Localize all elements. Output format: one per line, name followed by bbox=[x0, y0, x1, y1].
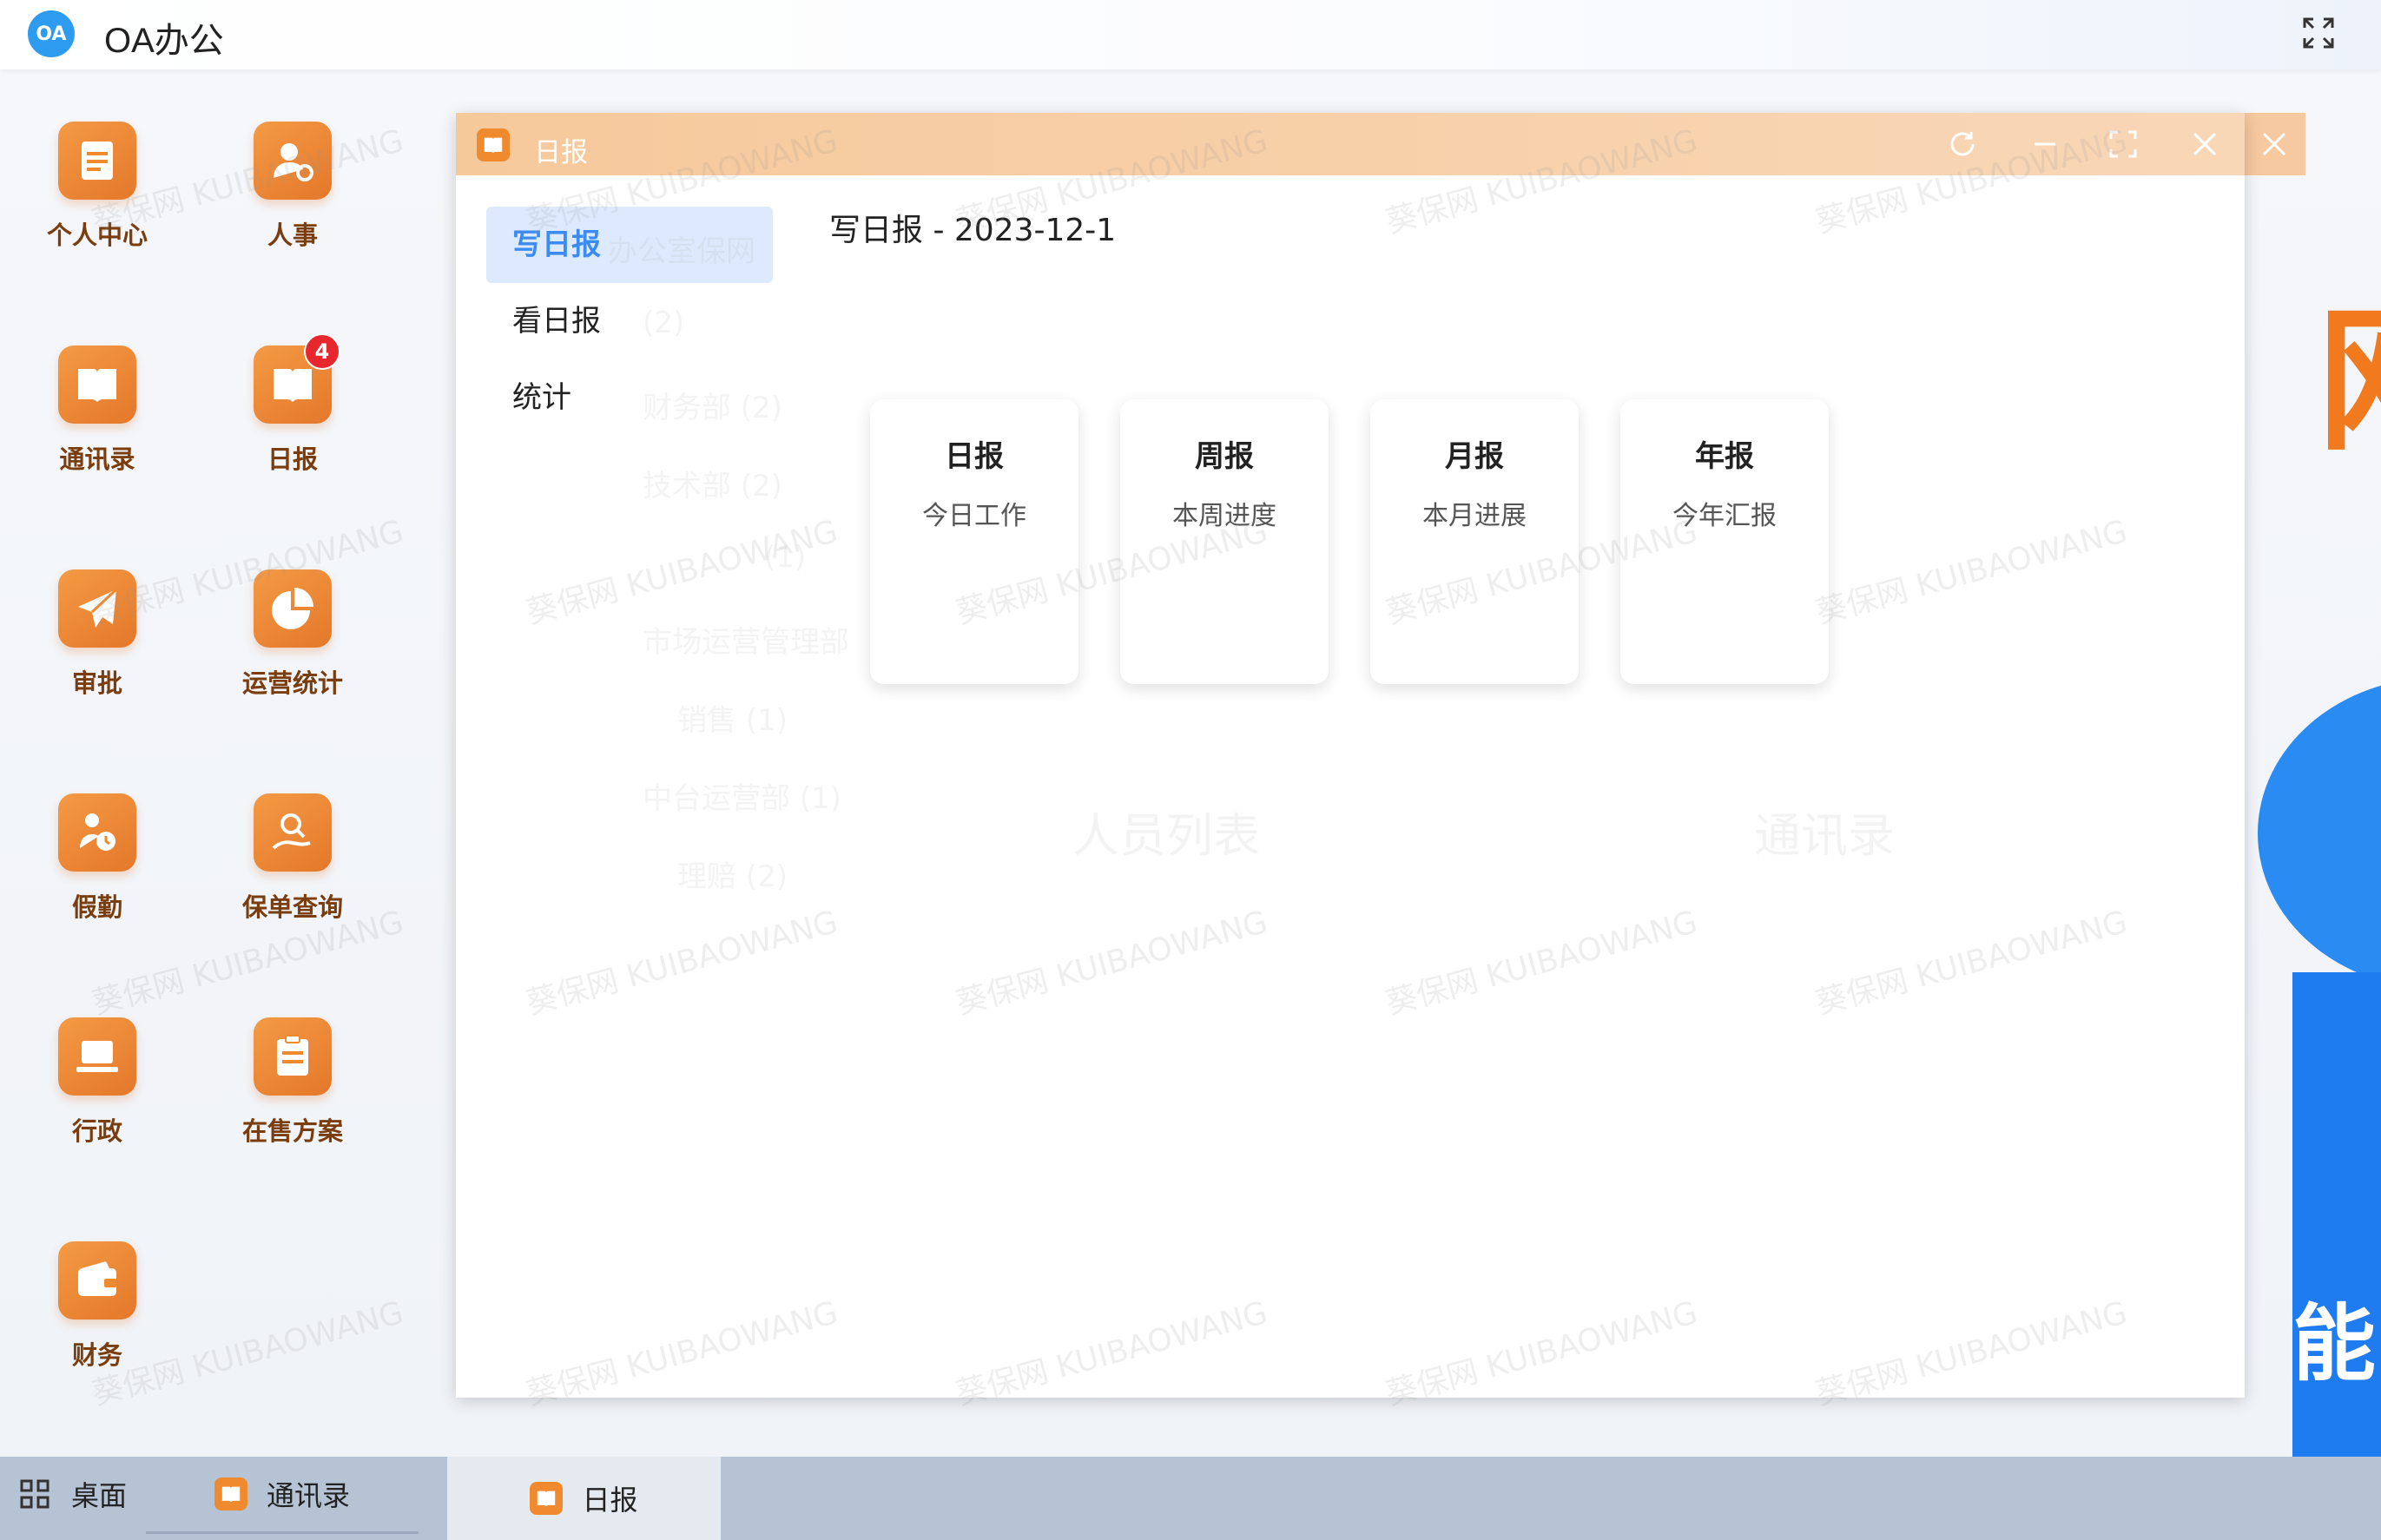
notification-badge: 4 bbox=[304, 333, 340, 370]
desktop-icon-label: 人事 bbox=[267, 220, 318, 250]
desktop-icon-personal-center[interactable]: 个人中心 bbox=[23, 122, 171, 278]
background-char: 能 bbox=[2292, 1295, 2376, 1392]
logo-text: OA bbox=[36, 23, 67, 45]
taskbar: 桌面 通讯录 日报 bbox=[0, 1457, 2381, 1540]
window-title: 日报 bbox=[534, 137, 588, 168]
background-blob bbox=[2258, 677, 2381, 990]
desktop-icon-approval[interactable]: 审批 bbox=[23, 569, 171, 726]
nav-item-write-report[interactable]: 写日报 bbox=[486, 207, 773, 283]
wallet-icon bbox=[58, 1241, 136, 1320]
desktop-icon-label: 日报 bbox=[267, 444, 318, 474]
fullscreen-button[interactable] bbox=[2301, 16, 2336, 50]
desktop-icon-daily-report[interactable]: 4 日报 bbox=[219, 333, 366, 502]
taskbar-item-contacts[interactable]: 通讯录 bbox=[146, 1457, 419, 1534]
search-user-icon bbox=[254, 793, 332, 872]
window-titlebar[interactable]: 日报 bbox=[456, 113, 2245, 175]
desktop-icon-policy-query[interactable]: 保单查询 bbox=[219, 793, 366, 950]
taskbar-item-label: 日报 bbox=[582, 1484, 638, 1517]
report-card-subtitle: 今日工作 bbox=[922, 501, 1026, 531]
report-card-title: 月报 bbox=[1445, 439, 1504, 474]
report-card-subtitle: 本周进度 bbox=[1172, 501, 1276, 531]
close-icon bbox=[2262, 132, 2286, 156]
grid-icon bbox=[20, 1479, 49, 1509]
content-title: 写日报 - 2023-12-1 bbox=[829, 213, 1117, 248]
close-button[interactable] bbox=[2187, 127, 2222, 161]
clipboard-icon bbox=[254, 1017, 332, 1096]
taskbar-item-label: 桌面 bbox=[71, 1479, 128, 1512]
daily-report-window: 日报 写日报 看日报 统计 写日报 - 2023-12-1 日报 今日工作 周报… bbox=[456, 113, 2245, 1398]
app-logo: OA bbox=[28, 10, 75, 57]
desktop-icon-operations-stats[interactable]: 运营统计 bbox=[219, 569, 366, 726]
report-card-title: 年报 bbox=[1695, 439, 1754, 474]
minimize-icon bbox=[2035, 142, 2055, 146]
close-icon bbox=[2193, 132, 2217, 156]
window-titlebar-edge bbox=[2245, 113, 2305, 175]
report-card-subtitle: 本月进展 bbox=[1422, 501, 1527, 531]
report-card-title: 日报 bbox=[945, 439, 1004, 474]
nav-item-view-report[interactable]: 看日报 bbox=[486, 283, 773, 359]
expand-icon bbox=[2303, 17, 2334, 49]
report-card-subtitle: 今年汇报 bbox=[1672, 501, 1777, 531]
desktop-icon-administration[interactable]: 行政 bbox=[23, 1017, 171, 1174]
desktop-icon-label: 行政 bbox=[71, 1116, 122, 1146]
report-card-yearly[interactable]: 年报 今年汇报 bbox=[1620, 399, 1829, 684]
desktop-icon-finance[interactable]: 财务 bbox=[23, 1241, 171, 1398]
pie-chart-icon bbox=[254, 569, 332, 648]
taskbar-item-label: 通讯录 bbox=[266, 1479, 350, 1512]
user-gear-icon bbox=[254, 122, 332, 200]
laptop-icon bbox=[58, 1017, 136, 1096]
book-icon: 4 bbox=[254, 333, 340, 424]
person-clock-icon bbox=[58, 793, 136, 872]
report-card-monthly[interactable]: 月报 本月进展 bbox=[1370, 399, 1579, 684]
taskbar-item-desktop[interactable]: 桌面 bbox=[19, 1457, 127, 1531]
desktop-icon-label: 在售方案 bbox=[241, 1116, 343, 1146]
maximize-button[interactable] bbox=[2106, 127, 2140, 161]
minimize-button[interactable] bbox=[2028, 127, 2062, 161]
app-title: OA办公 bbox=[104, 22, 224, 60]
report-card-daily[interactable]: 日报 今日工作 bbox=[870, 399, 1078, 684]
nav-item-statistics[interactable]: 统计 bbox=[486, 359, 773, 436]
taskbar-item-daily-report[interactable]: 日报 bbox=[447, 1457, 721, 1540]
desktop-icon-contacts[interactable]: 通讯录 bbox=[23, 346, 171, 502]
desktop-icon-label: 审批 bbox=[71, 668, 122, 698]
maximize-icon bbox=[2109, 130, 2137, 158]
report-card-weekly[interactable]: 周报 本周进度 bbox=[1120, 399, 1329, 684]
desktop-icon-label: 保单查询 bbox=[241, 892, 343, 922]
close-button[interactable] bbox=[2257, 127, 2292, 161]
book-icon bbox=[58, 346, 136, 424]
desktop-icon-on-sale-plans[interactable]: 在售方案 bbox=[219, 1017, 366, 1174]
report-card-title: 周报 bbox=[1195, 439, 1254, 474]
top-bar: OA OA办公 bbox=[0, 0, 2381, 69]
refresh-icon bbox=[1950, 132, 1975, 156]
book-icon bbox=[530, 1482, 564, 1515]
desktop-icon-label: 运营统计 bbox=[241, 668, 343, 698]
refresh-button[interactable] bbox=[1945, 127, 1980, 161]
desktop-icon-label: 通讯录 bbox=[59, 444, 135, 474]
side-nav: 写日报 看日报 统计 bbox=[486, 207, 773, 436]
book-icon bbox=[477, 128, 510, 161]
background-char: 网 bbox=[2317, 304, 2381, 460]
desktop-icon-attendance[interactable]: 假勤 bbox=[23, 793, 171, 950]
desktop-icon-label: 财务 bbox=[71, 1340, 122, 1370]
desktop-icon-label: 个人中心 bbox=[46, 220, 148, 250]
paper-plane-icon bbox=[58, 569, 136, 648]
desktop-icon-hr[interactable]: 人事 bbox=[219, 122, 366, 278]
document-icon bbox=[58, 122, 136, 200]
book-icon bbox=[214, 1477, 247, 1510]
desktop-icon-label: 假勤 bbox=[71, 892, 122, 922]
